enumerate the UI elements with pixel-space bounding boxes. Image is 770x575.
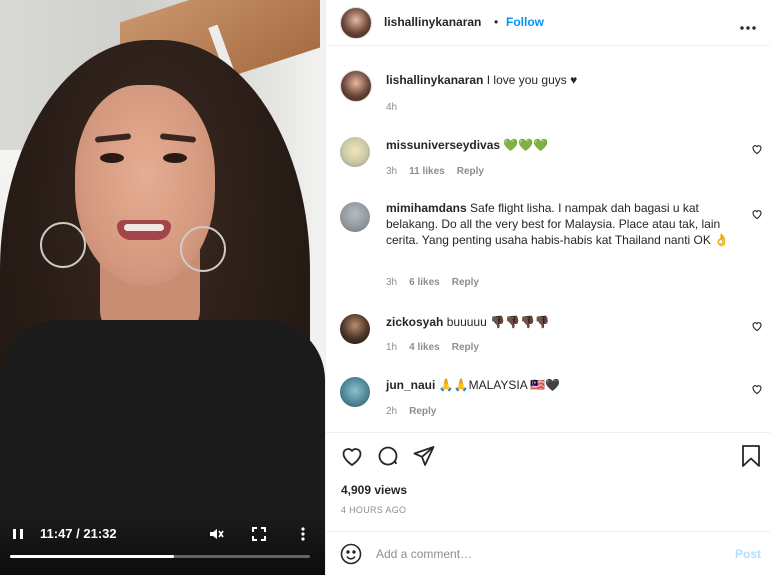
like-heart-icon[interactable] <box>751 320 763 332</box>
share-icon[interactable] <box>412 444 436 468</box>
post-button[interactable]: Post <box>735 547 761 561</box>
video-subject-teeth <box>124 224 164 231</box>
add-comment-bar: Add a comment… Post <box>326 531 770 575</box>
avatar[interactable] <box>340 314 370 344</box>
comment-username[interactable]: jun_naui <box>386 378 435 392</box>
more-vertical-icon[interactable] <box>295 526 311 542</box>
comment-likes[interactable]: 6 likes <box>409 277 440 288</box>
caption: lishallinykanaran I love you guys ♥ 4h <box>326 68 770 118</box>
avatar[interactable] <box>340 137 370 167</box>
comment-time: 1h <box>386 342 398 353</box>
caption-username[interactable]: lishallinykanaran <box>386 73 483 87</box>
fullscreen-icon[interactable] <box>251 526 267 542</box>
post-panel: lishallinykanaran • Follow lishallinykan… <box>325 0 770 575</box>
video-subject-earring <box>180 226 226 272</box>
post-timestamp[interactable]: 4 HOURS AGO <box>341 505 406 515</box>
comment-likes[interactable]: 11 likes <box>409 166 445 177</box>
caption-time: 4h <box>386 102 398 113</box>
video-player[interactable]: 11:47 / 21:32 <box>0 0 325 575</box>
comment-time: 3h <box>386 277 398 288</box>
video-subject-eye <box>100 153 124 163</box>
list-item: missuniverseydivas 💚💚💚 3h 11 likes Reply <box>326 135 770 185</box>
comment-text: buuuuu 👎🏿👎🏿👎🏿👎🏿 <box>446 315 550 329</box>
comment-time: 3h <box>386 166 398 177</box>
comment-username[interactable]: zickosyah <box>386 315 443 329</box>
reply-button[interactable]: Reply <box>452 277 479 288</box>
avatar[interactable] <box>340 202 370 232</box>
reply-button[interactable]: Reply <box>409 406 436 417</box>
reply-button[interactable]: Reply <box>457 166 484 177</box>
list-item: zickosyah buuuuu 👎🏿👎🏿👎🏿👎🏿 1h 4 likes Rep… <box>326 312 770 362</box>
more-horizontal-icon[interactable] <box>740 20 756 30</box>
video-subject-eye <box>163 153 187 163</box>
comment-input[interactable]: Add a comment… <box>376 547 472 561</box>
avatar[interactable] <box>340 7 372 39</box>
caption-text: I love you guys ♥ <box>486 73 578 87</box>
like-heart-icon[interactable] <box>751 383 763 395</box>
comment-icon[interactable] <box>376 444 400 468</box>
video-progress-fill <box>10 555 175 558</box>
comment-text: 💚💚💚 <box>503 138 549 152</box>
avatar[interactable] <box>340 70 372 102</box>
comment-username[interactable]: mimihamdans <box>386 201 467 215</box>
like-heart-icon[interactable] <box>340 444 364 468</box>
emoji-icon[interactable] <box>340 543 362 565</box>
follow-button[interactable]: Follow <box>506 15 544 29</box>
avatar[interactable] <box>340 377 370 407</box>
header-username[interactable]: lishallinykanaran <box>384 15 481 29</box>
comment-text: 🙏🙏MALAYSIA 🇲🇾🖤 <box>438 378 561 392</box>
comment-likes[interactable]: 4 likes <box>409 342 440 353</box>
post-header: lishallinykanaran • Follow <box>326 0 770 46</box>
comment-username[interactable]: missuniverseydivas <box>386 138 500 152</box>
reply-button[interactable]: Reply <box>452 342 479 353</box>
post-actions: 4,909 views 4 HOURS AGO <box>326 432 770 532</box>
video-subject-earring <box>40 222 86 268</box>
view-count[interactable]: 4,909 views <box>341 483 407 497</box>
list-item: jun_naui 🙏🙏MALAYSIA 🇲🇾🖤 2h Reply <box>326 375 770 425</box>
video-controls-overlay <box>0 515 325 575</box>
mute-icon[interactable] <box>207 525 225 543</box>
list-item: mimihamdans Safe flight lisha. I nampak … <box>326 200 770 295</box>
pause-icon[interactable] <box>10 526 26 542</box>
header-separator: • <box>494 15 499 29</box>
video-time: 11:47 / 21:32 <box>40 526 117 541</box>
like-heart-icon[interactable] <box>751 208 763 220</box>
save-bookmark-icon[interactable] <box>740 444 762 468</box>
like-heart-icon[interactable] <box>751 143 763 155</box>
video-progress-bar[interactable] <box>10 555 310 558</box>
comment-time: 2h <box>386 406 398 417</box>
